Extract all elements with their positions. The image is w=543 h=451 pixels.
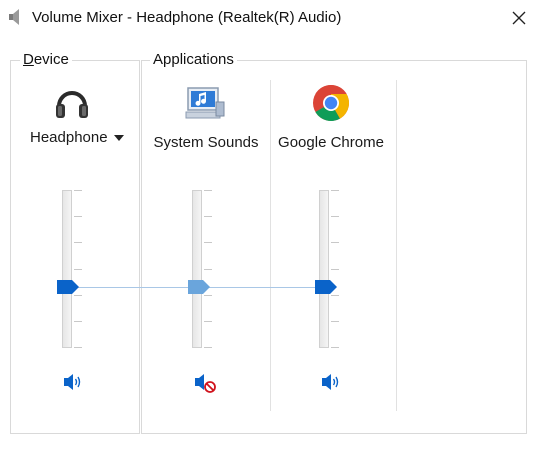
speaker-muted-icon xyxy=(195,374,216,393)
slider-tick xyxy=(74,216,82,217)
slider-ticks xyxy=(74,190,82,348)
slider-tick xyxy=(331,347,339,348)
chrome-mute-button[interactable] xyxy=(319,370,343,394)
column-separator xyxy=(270,80,271,411)
slider-track xyxy=(192,190,202,348)
applications-group-label: Applications xyxy=(150,51,237,68)
slider-tick xyxy=(331,295,339,296)
device-name: Headphone xyxy=(30,129,108,146)
slider-tick xyxy=(74,190,82,191)
close-icon xyxy=(512,11,526,25)
chrome-volume-thumb[interactable] xyxy=(315,280,337,294)
slider-tick xyxy=(74,269,82,270)
slider-tick xyxy=(331,321,339,322)
dropdown-caret-icon xyxy=(113,135,124,142)
slider-tick xyxy=(331,269,339,270)
slider-ticks xyxy=(331,190,339,348)
device-volume-slider[interactable] xyxy=(62,190,82,348)
app-name-google-chrome: Google Chrome xyxy=(278,134,384,151)
window-title: Volume Mixer - Headphone (Realtek(R) Aud… xyxy=(32,9,342,26)
slider-tick xyxy=(74,321,82,322)
device-group-label: Device xyxy=(20,51,72,68)
app-name-system-sounds: System Sounds xyxy=(153,134,259,151)
column-separator xyxy=(396,80,397,411)
device-selector[interactable]: Headphone xyxy=(30,129,124,146)
slider-tick xyxy=(204,242,212,243)
slider-tick xyxy=(331,216,339,217)
speaker-on-icon xyxy=(64,374,81,390)
system-sounds-volume-thumb[interactable] xyxy=(188,280,210,294)
slider-tick xyxy=(204,321,212,322)
slider-tick xyxy=(204,295,212,296)
slider-tick xyxy=(204,347,212,348)
slider-tick xyxy=(204,216,212,217)
slider-tick xyxy=(74,295,82,296)
slider-tick xyxy=(204,269,212,270)
slider-track xyxy=(319,190,329,348)
system-sounds-icon xyxy=(185,87,225,119)
device-volume-thumb[interactable] xyxy=(57,280,79,294)
system-sounds-mute-button[interactable] xyxy=(192,370,216,394)
slider-ticks xyxy=(204,190,212,348)
speaker-icon xyxy=(9,9,19,25)
slider-track xyxy=(62,190,72,348)
slider-tick xyxy=(204,190,212,191)
close-button[interactable] xyxy=(507,6,531,30)
slider-tick xyxy=(331,242,339,243)
slider-tick xyxy=(74,347,82,348)
chrome-icon xyxy=(313,84,350,122)
slider-tick xyxy=(74,242,82,243)
system-sounds-volume-slider[interactable] xyxy=(192,190,212,348)
title-bar: Volume Mixer - Headphone (Realtek(R) Aud… xyxy=(0,0,543,38)
speaker-on-icon xyxy=(322,374,339,390)
chrome-volume-slider[interactable] xyxy=(319,190,339,348)
device-mute-button[interactable] xyxy=(61,370,85,394)
headphones-icon xyxy=(56,91,88,118)
slider-tick xyxy=(331,190,339,191)
